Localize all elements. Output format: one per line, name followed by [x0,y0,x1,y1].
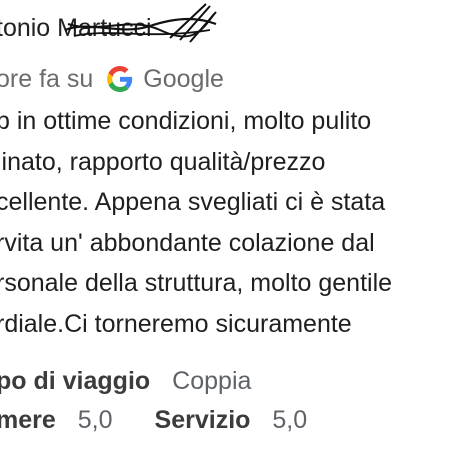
review-line: cellente. Appena svegliati ci è stata [0,188,386,216]
review-line: b in ottime condizioni, molto pulito [0,107,372,135]
service-label: Servizio [154,405,251,434]
ratings-row: mere 5,0 Servizio 5,0 [0,403,307,437]
review-source: Google [143,64,224,93]
review-line: rsonale della struttura, molto gentile [0,269,393,297]
redaction-scribble [64,3,217,43]
google-g-icon [107,66,133,92]
trip-type-value: Coppia [172,366,252,395]
trip-type-label: po di viaggio [0,366,151,395]
review-meta: ore fa su Google [0,62,224,96]
review-line: rvita un' abbondante colazione dal [0,228,375,257]
review-line: rdiale.Ci torneremo sicuramente [0,309,352,338]
trip-type-row: po di viaggio Coppia [0,364,251,398]
service-value: 5,0 [272,405,308,434]
review-text: b in ottime condizioni, molto pulito lin… [0,101,450,344]
review-time: ore fa su [0,64,94,93]
review-line: linato, rapporto qualità/prezzo [0,147,326,176]
rooms-label: mere [0,405,56,434]
rooms-value: 5,0 [77,405,113,434]
